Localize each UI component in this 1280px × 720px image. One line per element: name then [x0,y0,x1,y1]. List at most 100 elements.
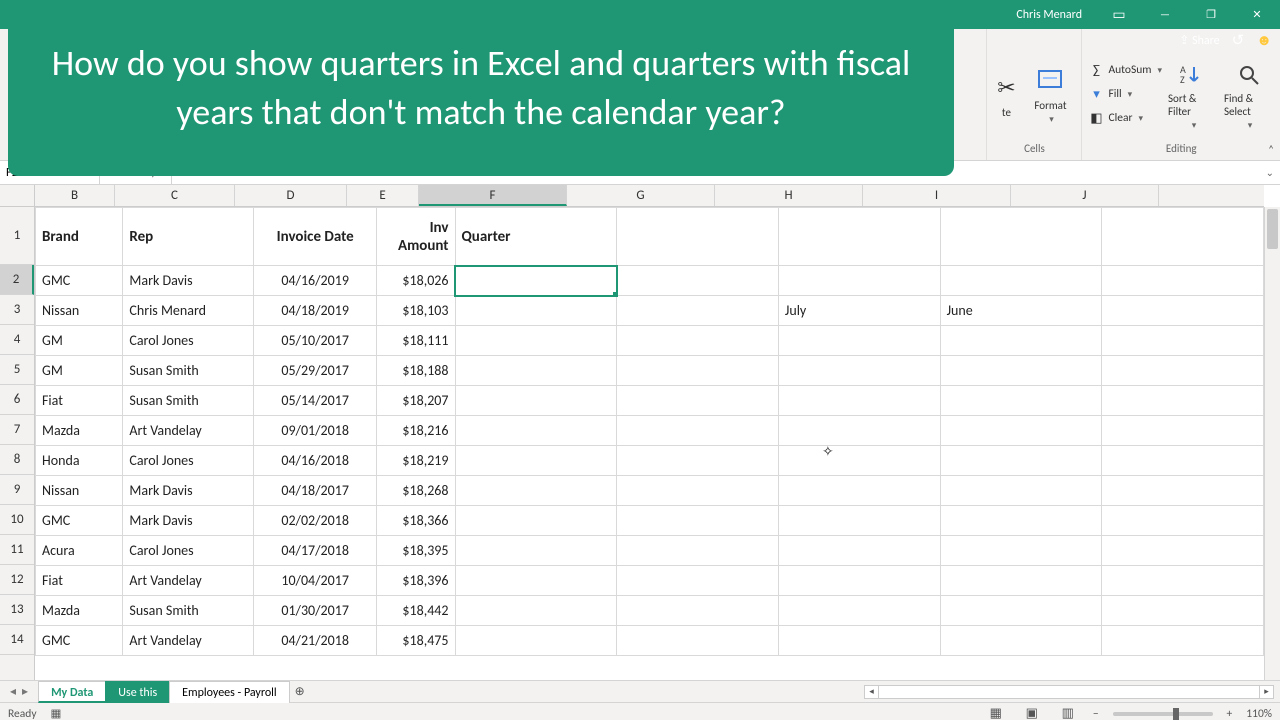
page-break-view-icon[interactable]: ▥ [1057,706,1079,720]
smiley-feedback-icon[interactable]: ☻ [1256,32,1272,50]
cell[interactable]: Nissan [36,296,123,326]
cell[interactable]: Carol Jones [123,326,254,356]
cell[interactable]: $18,366 [376,506,455,536]
zoom-in-button[interactable]: + [1227,707,1233,720]
vertical-scrollbar[interactable] [1264,207,1280,680]
cell[interactable] [940,536,1102,566]
cell[interactable]: Quarter [455,208,617,266]
cell[interactable] [778,416,940,446]
cell[interactable] [617,626,779,656]
minimize-button[interactable]: — [1142,0,1188,29]
cell[interactable] [1102,266,1264,296]
cell[interactable] [778,326,940,356]
cell[interactable]: $18,442 [376,596,455,626]
cell[interactable] [455,566,617,596]
cell[interactable] [778,208,940,266]
cell[interactable] [1102,356,1264,386]
row-header[interactable]: 7 [0,415,34,445]
column-header[interactable]: G [567,185,715,206]
cell[interactable] [617,446,779,476]
cell[interactable]: 05/14/2017 [254,386,376,416]
column-header[interactable]: F [419,185,567,206]
cell[interactable]: $18,111 [376,326,455,356]
cell[interactable] [455,356,617,386]
zoom-out-button[interactable]: − [1093,707,1099,720]
cell[interactable] [940,386,1102,416]
horizontal-scrollbar[interactable]: ◂ ▸ [864,685,1274,699]
fill-button[interactable]: ▾ Fill▾ [1088,83,1162,105]
cell[interactable]: Fiat [36,566,123,596]
cell[interactable]: July [778,296,940,326]
cell[interactable] [1102,416,1264,446]
cell[interactable] [778,626,940,656]
cell[interactable]: Art Vandelay [123,416,254,446]
cell[interactable] [455,626,617,656]
autosum-button[interactable]: ∑ AutoSum▾ [1088,59,1162,81]
cell[interactable]: $18,216 [376,416,455,446]
cell[interactable] [1102,208,1264,266]
cell[interactable] [617,476,779,506]
cell[interactable] [778,566,940,596]
row-header[interactable]: 11 [0,535,34,565]
cell[interactable] [940,446,1102,476]
cell[interactable]: Nissan [36,476,123,506]
cell[interactable] [778,596,940,626]
cell[interactable]: Mazda [36,596,123,626]
cell[interactable]: $18,268 [376,476,455,506]
cell[interactable]: Acura [36,536,123,566]
cell[interactable]: GMC [36,506,123,536]
cell[interactable]: $18,207 [376,386,455,416]
cell[interactable] [1102,626,1264,656]
cell[interactable]: $18,103 [376,296,455,326]
cell[interactable] [778,476,940,506]
zoom-slider[interactable] [1113,712,1213,716]
cell[interactable]: GMC [36,266,123,296]
cell[interactable]: Chris Menard [123,296,254,326]
hscroll-left-icon[interactable]: ◂ [865,686,879,698]
collapse-ribbon-icon[interactable]: ˄ [1268,143,1274,156]
zoom-level[interactable]: 110% [1246,707,1272,720]
cell[interactable] [1102,296,1264,326]
user-name[interactable]: Chris Menard [1002,8,1096,22]
cell[interactable] [778,356,940,386]
hscroll-right-icon[interactable]: ▸ [1259,686,1273,698]
cell[interactable] [617,596,779,626]
cell[interactable]: $18,396 [376,566,455,596]
cell[interactable] [778,506,940,536]
cell[interactable]: 04/21/2018 [254,626,376,656]
cell[interactable]: 01/30/2017 [254,596,376,626]
row-header[interactable]: 5 [0,355,34,385]
cell[interactable]: Art Vandelay [123,566,254,596]
cell[interactable]: GMC [36,626,123,656]
cell[interactable]: June [940,296,1102,326]
cell[interactable]: Fiat [36,386,123,416]
cell[interactable]: 10/04/2017 [254,566,376,596]
cell[interactable]: Carol Jones [123,446,254,476]
cell[interactable]: Brand [36,208,123,266]
share-button[interactable]: ⇪ Share [1179,33,1219,48]
normal-view-icon[interactable]: ▦ [985,706,1007,720]
cell[interactable]: 04/17/2018 [254,536,376,566]
column-header[interactable]: H [715,185,863,206]
cell[interactable]: $18,395 [376,536,455,566]
tab-scroll-left-icon[interactable]: ◂ [10,684,16,699]
row-header[interactable]: 14 [0,625,34,655]
cell[interactable]: 05/10/2017 [254,326,376,356]
cell[interactable]: GM [36,326,123,356]
column-header[interactable]: D [235,185,347,206]
cell[interactable]: Art Vandelay [123,626,254,656]
cell[interactable]: Susan Smith [123,596,254,626]
column-header[interactable]: C [115,185,235,206]
cell[interactable] [778,266,940,296]
cell[interactable] [940,266,1102,296]
restore-button[interactable]: ❐ [1188,0,1234,29]
delete-button[interactable]: ✂ te [993,59,1019,131]
row-header[interactable]: 12 [0,565,34,595]
row-header[interactable]: 4 [0,325,34,355]
cell[interactable] [940,506,1102,536]
cell[interactable] [1102,566,1264,596]
row-header[interactable]: 10 [0,505,34,535]
cell[interactable] [455,296,617,326]
sheet-tab[interactable]: My Data [38,681,106,703]
cell[interactable] [940,356,1102,386]
